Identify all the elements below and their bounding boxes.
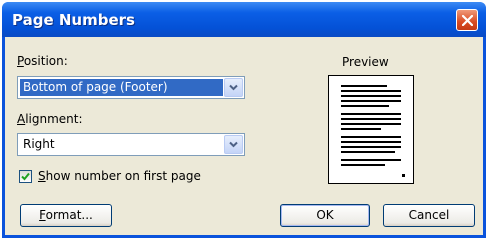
position-dropdown[interactable]: Bottom of page (Footer) bbox=[17, 76, 245, 99]
show-first-page-checkbox[interactable] bbox=[19, 170, 32, 183]
format-button[interactable]: Format... bbox=[20, 204, 112, 227]
dialog-body: Position: Bottom of page (Footer) Alignm… bbox=[5, 37, 483, 235]
alignment-selected-value: Right bbox=[23, 137, 55, 151]
alignment-dropdown[interactable]: Right bbox=[17, 133, 245, 156]
close-icon bbox=[462, 15, 473, 26]
alignment-dropdown-button[interactable] bbox=[224, 135, 243, 154]
position-selected-value: Bottom of page (Footer) bbox=[20, 79, 223, 96]
chevron-down-icon bbox=[229, 141, 238, 148]
dialog-title: Page Numbers bbox=[12, 11, 135, 29]
dialog-window: Page Numbers Position: Bottom of page (F… bbox=[2, 2, 486, 238]
preview-page bbox=[328, 75, 414, 184]
cancel-button[interactable]: Cancel bbox=[383, 204, 475, 227]
show-first-page-label[interactable]: Show number on first page bbox=[38, 169, 201, 183]
position-label: Position: bbox=[17, 54, 68, 68]
alignment-label: Alignment: bbox=[17, 112, 83, 126]
ok-button[interactable]: OK bbox=[280, 204, 370, 227]
chevron-down-icon bbox=[229, 84, 238, 91]
checkmark-icon bbox=[21, 172, 30, 181]
preview-label: Preview bbox=[342, 55, 389, 69]
close-button[interactable] bbox=[456, 9, 478, 31]
page-number-marker bbox=[402, 174, 405, 177]
title-bar[interactable]: Page Numbers bbox=[2, 2, 486, 37]
position-dropdown-button[interactable] bbox=[224, 78, 243, 97]
